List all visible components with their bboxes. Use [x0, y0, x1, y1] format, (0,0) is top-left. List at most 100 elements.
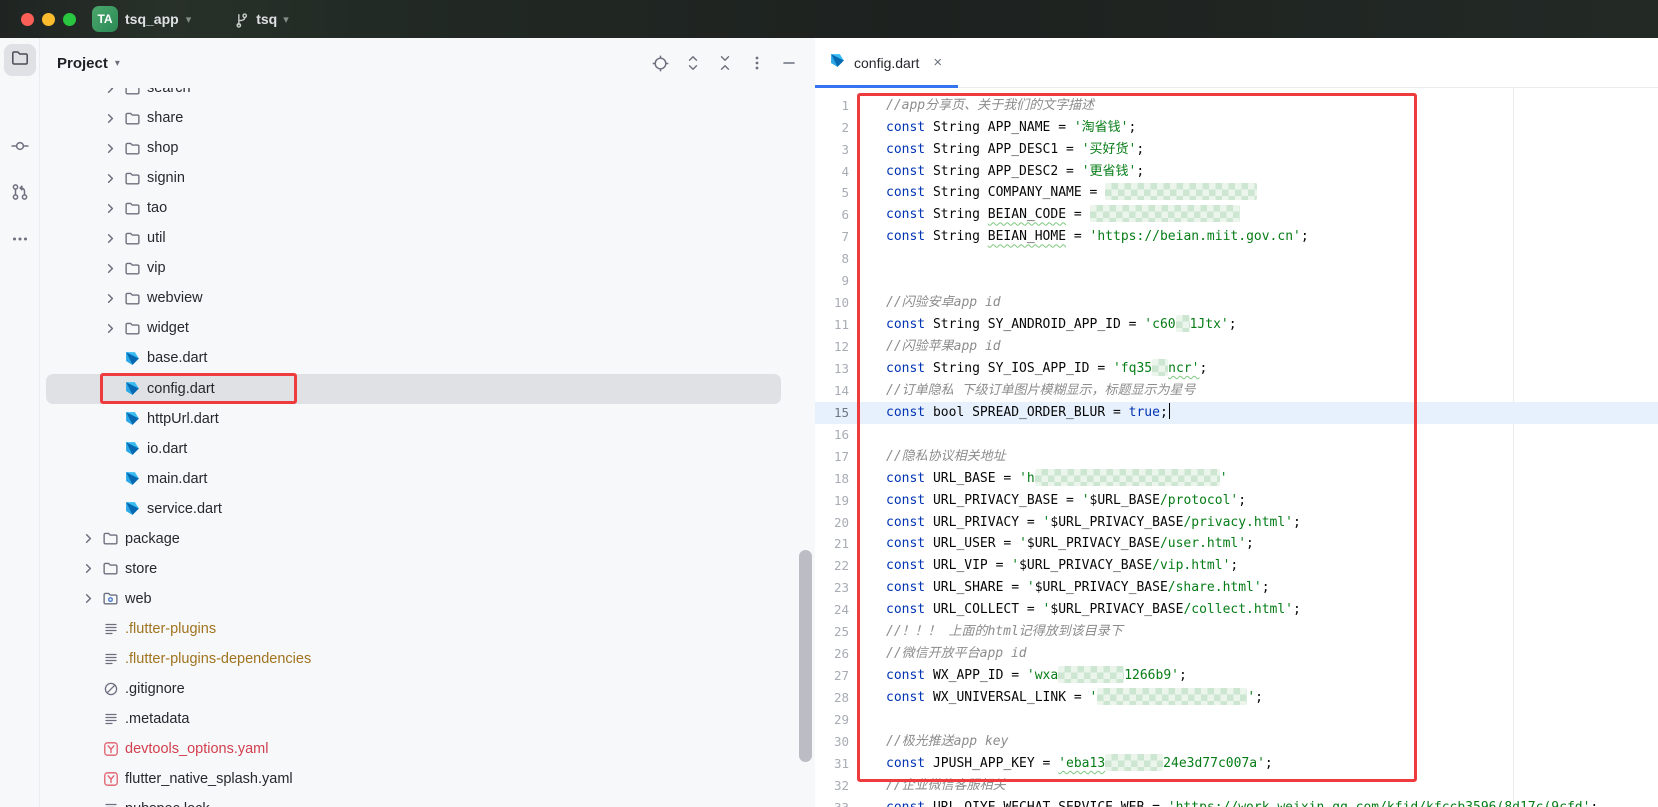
- tree-item-signin[interactable]: signin: [40, 163, 815, 193]
- code-line-10[interactable]: 10//闪验安卓app id: [815, 292, 1658, 314]
- code-line-30[interactable]: 30//极光推送app key: [815, 731, 1658, 753]
- tree-item--gitignore[interactable]: .gitignore: [40, 674, 815, 704]
- locate-icon[interactable]: [652, 55, 669, 72]
- chevron-right-icon[interactable]: [102, 170, 119, 187]
- code-line-31[interactable]: 31const JPUSH_APP_KEY = 'eba1324e3d77c00…: [815, 753, 1658, 775]
- tree-item-util[interactable]: util: [40, 223, 815, 253]
- code-line-7[interactable]: 7const String BEIAN_HOME = 'https://beia…: [815, 226, 1658, 248]
- tree-item-pubspec-lock[interactable]: pubspec.lock: [40, 794, 815, 807]
- expand-all-icon[interactable]: [684, 55, 701, 72]
- chevron-right-icon[interactable]: [102, 230, 119, 247]
- chevron-right-icon[interactable]: [102, 260, 119, 277]
- code-line-20[interactable]: 20const URL_PRIVACY = '$URL_PRIVACY_BASE…: [815, 512, 1658, 534]
- tree-item-label: store: [125, 561, 157, 577]
- chevron-right-icon[interactable]: [102, 320, 119, 337]
- chevron-right-icon[interactable]: [80, 530, 97, 547]
- code-line-1[interactable]: 1//app分享页、关于我们的文字描述: [815, 95, 1658, 117]
- code-view: 1//app分享页、关于我们的文字描述2const String APP_NAM…: [815, 95, 1658, 807]
- tree-item--metadata[interactable]: .metadata: [40, 704, 815, 734]
- code-line-12[interactable]: 12//闪验苹果app id: [815, 336, 1658, 358]
- project-widget[interactable]: TA tsq_app ▾: [92, 6, 191, 32]
- code-line-33[interactable]: 33const URL_QIYE_WECHAT_SERVICE_WEB = 'h…: [815, 797, 1658, 807]
- code-line-13[interactable]: 13const String SY_IOS_APP_ID = 'fq35ncr'…: [815, 358, 1658, 380]
- chevron-right-icon[interactable]: [102, 88, 119, 97]
- code-line-9[interactable]: 9: [815, 270, 1658, 292]
- code-line-11[interactable]: 11const String SY_ANDROID_APP_ID = 'c601…: [815, 314, 1658, 336]
- minimize-button[interactable]: [42, 13, 55, 26]
- hide-panel-icon[interactable]: [780, 55, 797, 72]
- tree-item-main-dart[interactable]: main.dart: [40, 464, 815, 494]
- tree-item-store[interactable]: store: [40, 554, 815, 584]
- code-line-5[interactable]: 5const String COMPANY_NAME =: [815, 182, 1658, 204]
- chevron-right-icon[interactable]: [80, 590, 97, 607]
- code-line-26[interactable]: 26//微信开放平台app id: [815, 643, 1658, 665]
- tree-item-shop[interactable]: shop: [40, 133, 815, 163]
- tree-item-search[interactable]: search: [40, 88, 815, 103]
- code-line-27[interactable]: 27const WX_APP_ID = 'wxa1266b9';: [815, 665, 1658, 687]
- code-line-14[interactable]: 14//订单隐私 下级订单图片模糊显示，标题显示为星号: [815, 380, 1658, 402]
- tree-item-config-dart[interactable]: config.dart: [46, 374, 781, 404]
- kebab-menu-icon[interactable]: [748, 55, 765, 72]
- line-number: 14: [815, 380, 849, 402]
- tree-item--flutter-plugins[interactable]: .flutter-plugins: [40, 614, 815, 644]
- tree-item-io-dart[interactable]: io.dart: [40, 434, 815, 464]
- tree-item-web[interactable]: web: [40, 584, 815, 614]
- code-token: URL_QIYE_WECHAT_SERVICE_WEB =: [925, 800, 1168, 807]
- code-token: ;: [1590, 800, 1598, 807]
- panel-title[interactable]: Project: [57, 55, 108, 72]
- tree-item-tao[interactable]: tao: [40, 193, 815, 223]
- code-line-17[interactable]: 17//隐私协议相关地址: [815, 446, 1658, 468]
- yaml-icon: [102, 741, 119, 758]
- tab-config-dart[interactable]: config.dart ×: [815, 38, 958, 87]
- tree-item-base-dart[interactable]: base.dart: [40, 343, 815, 373]
- code-line-21[interactable]: 21const URL_USER = '$URL_PRIVACY_BASE/us…: [815, 533, 1658, 555]
- code-line-22[interactable]: 22const URL_VIP = '$URL_PRIVACY_BASE/vip…: [815, 555, 1658, 577]
- tree-item-share[interactable]: share: [40, 103, 815, 133]
- branch-widget[interactable]: tsq ▾: [233, 11, 289, 28]
- code-line-23[interactable]: 23const URL_SHARE = '$URL_PRIVACY_BASE/s…: [815, 577, 1658, 599]
- collapse-all-icon[interactable]: [716, 55, 733, 72]
- code-token: WX_UNIVERSAL_LINK =: [925, 690, 1089, 705]
- code-line-6[interactable]: 6const String BEIAN_CODE =: [815, 204, 1658, 226]
- editor-body[interactable]: 1//app分享页、关于我们的文字描述2const String APP_NAM…: [815, 88, 1658, 807]
- chevron-right-icon[interactable]: [102, 200, 119, 217]
- code-token: /protocol': [1160, 493, 1238, 508]
- tree-item--flutter-plugins-dependencies[interactable]: .flutter-plugins-dependencies: [40, 644, 815, 674]
- code-line-15[interactable]: 15const bool SPREAD_ORDER_BLUR = true;: [815, 402, 1658, 424]
- vcs-tool-button[interactable]: [4, 178, 36, 210]
- code-line-24[interactable]: 24const URL_COLLECT = '$URL_PRIVACY_BASE…: [815, 599, 1658, 621]
- code-line-25[interactable]: 25//！！！ 上面的html记得放到该目录下: [815, 621, 1658, 643]
- project-tool-button[interactable]: [4, 44, 36, 76]
- tree-item-httpurl-dart[interactable]: httpUrl.dart: [40, 404, 815, 434]
- tree-item-service-dart[interactable]: service.dart: [40, 494, 815, 524]
- code-line-28[interactable]: 28const WX_UNIVERSAL_LINK = '';: [815, 687, 1658, 709]
- tree-item-flutter-native-splash-yaml[interactable]: flutter_native_splash.yaml: [40, 764, 815, 794]
- chevron-right-icon[interactable]: [102, 290, 119, 307]
- code-line-4[interactable]: 4const String APP_DESC2 = '更省钱';: [815, 161, 1658, 183]
- tree-item-vip[interactable]: vip: [40, 253, 815, 283]
- code-line-2[interactable]: 2const String APP_NAME = '淘省钱';: [815, 117, 1658, 139]
- folder-icon: [124, 200, 141, 217]
- chevron-right-icon[interactable]: [80, 560, 97, 577]
- code-line-16[interactable]: 16: [815, 424, 1658, 446]
- close-tab-icon[interactable]: ×: [933, 55, 942, 70]
- commit-tool-button[interactable]: [4, 132, 36, 164]
- code-line-3[interactable]: 3const String APP_DESC1 = '买好货';: [815, 139, 1658, 161]
- chevron-right-icon[interactable]: [102, 110, 119, 127]
- yaml-icon: [102, 771, 119, 788]
- close-button[interactable]: [21, 13, 34, 26]
- code-line-32[interactable]: 32//企业微信客服相关: [815, 775, 1658, 797]
- code-line-29[interactable]: 29: [815, 709, 1658, 731]
- code-line-19[interactable]: 19const URL_PRIVACY_BASE = '$URL_BASE/pr…: [815, 490, 1658, 512]
- code-token: ': [1082, 493, 1090, 508]
- code-line-18[interactable]: 18const URL_BASE = 'h': [815, 468, 1658, 490]
- tree-item-webview[interactable]: webview: [40, 283, 815, 313]
- tree-scrollbar-thumb[interactable]: [799, 550, 812, 762]
- tree-item-widget[interactable]: widget: [40, 313, 815, 343]
- zoom-button[interactable]: [63, 13, 76, 26]
- chevron-right-icon[interactable]: [102, 140, 119, 157]
- code-line-8[interactable]: 8: [815, 248, 1658, 270]
- tree-item-package[interactable]: package: [40, 524, 815, 554]
- more-tool-windows-button[interactable]: [4, 225, 36, 257]
- tree-item-devtools-options-yaml[interactable]: devtools_options.yaml: [40, 734, 815, 764]
